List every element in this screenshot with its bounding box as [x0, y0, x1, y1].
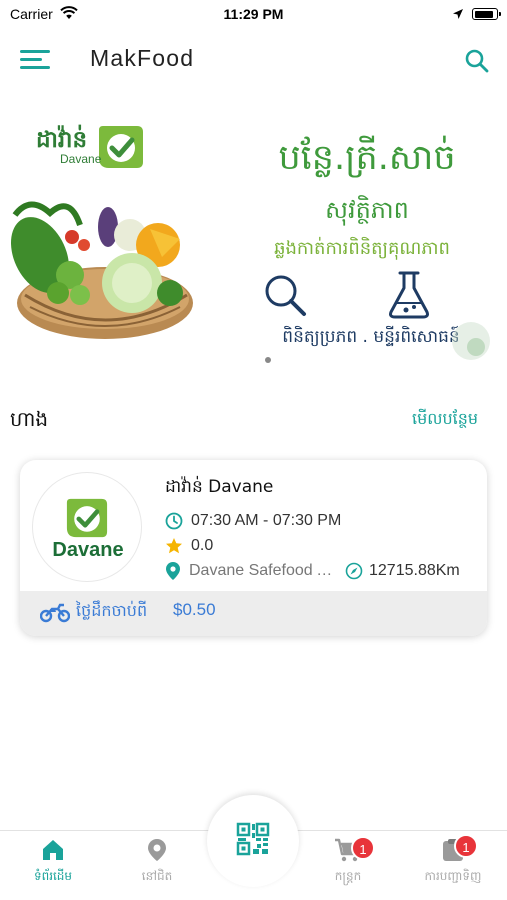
location-arrow-icon: [453, 9, 463, 19]
qr-scan-button[interactable]: [214, 800, 292, 878]
qr-code-icon: [236, 822, 270, 856]
app-title: MakFood: [90, 45, 195, 71]
store-card[interactable]: Davane ដាវ៉ាន់ Davane 07:30 AM - 07:30 P…: [20, 460, 487, 636]
status-bar: Carrier 11:29 PM: [0, 0, 507, 30]
tab-cart[interactable]: កន្ត្រក 1: [298, 836, 398, 886]
clock-icon: [165, 512, 183, 530]
magnifier-icon: [265, 275, 306, 316]
map-pin-icon: [166, 562, 180, 580]
tab-cart-label: កន្ត្រក: [334, 869, 362, 883]
tab-orders-label: ការបញ្ជាទិញ: [424, 869, 482, 883]
store-address: Davane Safefood Acceptance: [189, 562, 339, 579]
status-time: 11:29 PM: [223, 6, 284, 22]
banner-subheadline: សុវត្ថិភាព: [325, 196, 409, 224]
delivery-fee-label: ថ្លៃដឹកចាប់ពី: [76, 601, 148, 620]
stores-section-title: ហាង: [10, 407, 49, 431]
tab-nearby-label: នៅជិត: [141, 869, 173, 883]
store-hours-row: 07:30 AM - 07:30 PM: [165, 512, 341, 530]
carousel-indicator: [265, 357, 271, 363]
delivery-fee-value: $0.50: [173, 600, 216, 619]
banner-logo-subtext: Davane: [60, 152, 102, 166]
search-icon[interactable]: [462, 46, 492, 76]
orders-badge: 1: [454, 834, 478, 858]
motorbike-icon: [40, 603, 70, 623]
store-checkmark-icon: [66, 498, 108, 538]
store-logo: Davane: [32, 472, 142, 582]
store-rating: 0.0: [191, 537, 214, 554]
tab-orders[interactable]: ការបញ្ជាទិញ 1: [403, 834, 503, 886]
banner-tagline: ឆ្លងកាត់ការពិនិត្យគុណភាព: [274, 238, 450, 259]
banner-headline: បន្លែ.ត្រី.សាច់: [278, 138, 456, 178]
store-rating-row: 0.0: [165, 537, 213, 555]
banner-decoration-inner: [467, 338, 485, 356]
hamburger-icon[interactable]: [20, 48, 50, 72]
store-name: ដាវ៉ាន់ Davane: [165, 477, 274, 497]
home-icon: [43, 840, 63, 860]
store-hours: 07:30 AM - 07:30 PM: [191, 512, 342, 529]
battery-icon: [472, 8, 501, 20]
vegetable-basket-image: [10, 201, 193, 339]
store-address-row: Davane Safefood Acceptance 12715.88Km: [165, 561, 475, 581]
star-icon: [166, 538, 182, 554]
lab-flask-icon: [389, 271, 429, 319]
compass-icon: [345, 562, 363, 580]
location-pin-icon: [148, 839, 166, 861]
tab-home-label: ទំព័រដើម: [33, 869, 73, 883]
see-more-link[interactable]: មើលបន្ថែម: [412, 408, 478, 432]
store-logo-name: Davane: [52, 539, 124, 561]
tab-home[interactable]: ទំព័រដើម: [3, 838, 103, 886]
tab-nearby[interactable]: នៅជិត: [107, 838, 207, 886]
checkmark-badge-icon: [99, 126, 143, 168]
cart-badge: 1: [351, 836, 375, 860]
store-distance: 12715.88Km: [369, 562, 460, 579]
